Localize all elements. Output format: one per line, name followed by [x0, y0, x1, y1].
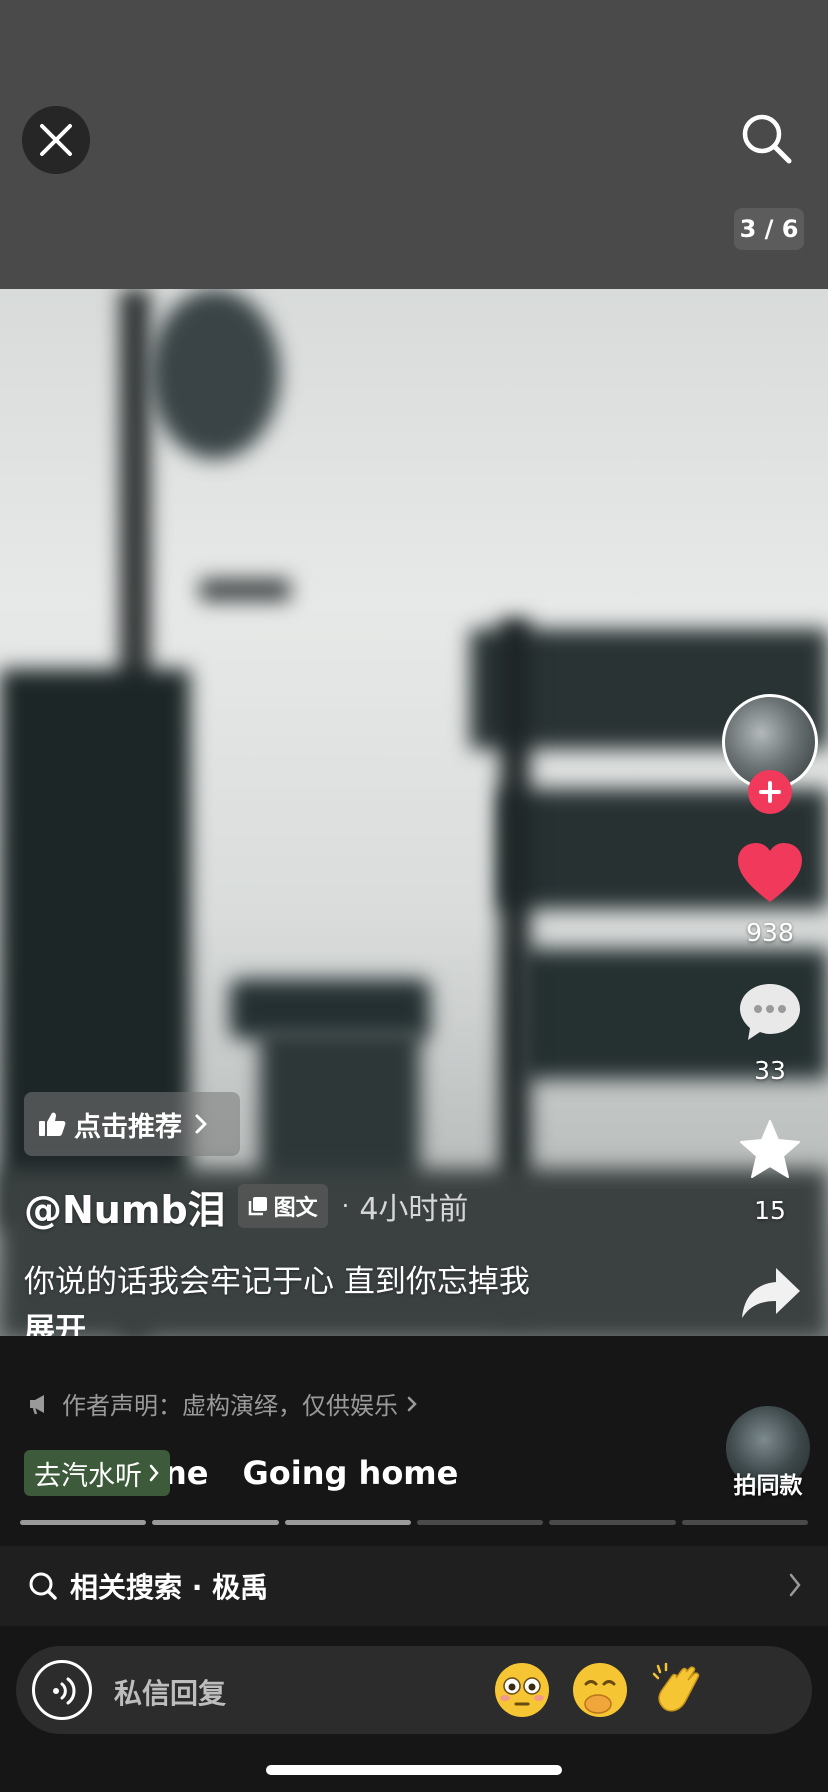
related-search-label: 相关搜索 · 极禹 [70, 1571, 269, 1604]
declaration-text: 作者声明：虚构演绎，仅供娱乐 [62, 1392, 398, 1420]
progress-segment[interactable] [549, 1520, 676, 1525]
listen-on-soda-label: 去汽水听 [34, 1460, 142, 1492]
search-icon [742, 114, 792, 164]
post-type-badge: 图文 [237, 1184, 328, 1228]
follow-button[interactable] [748, 770, 792, 814]
share-button[interactable] [740, 1266, 802, 1320]
plus-icon [759, 781, 781, 803]
progress-segment[interactable] [20, 1520, 147, 1525]
recommend-button[interactable]: 点击推荐 [24, 1092, 240, 1156]
home-indicator[interactable] [266, 1765, 562, 1775]
favorite-count: 15 [754, 1196, 786, 1225]
progress-segment[interactable] [284, 1520, 411, 1525]
chevron-right-icon [789, 1573, 801, 1597]
close-icon [40, 124, 72, 156]
clapping-hands-emoji-icon[interactable] [648, 1660, 708, 1720]
listen-on-soda-button[interactable]: 去汽水听 [24, 1450, 170, 1496]
music-row[interactable]: 去汽水听 ne Going home G [24, 1448, 494, 1498]
author-declaration[interactable]: 作者声明：虚构演绎，仅供娱乐 [28, 1386, 418, 1421]
flushed-face-emoji-icon[interactable] [492, 1660, 552, 1720]
search-button[interactable] [736, 108, 798, 170]
progress-segment[interactable] [152, 1520, 279, 1525]
image-progress [20, 1520, 808, 1525]
related-search-bar[interactable]: 相关搜索 · 极禹 [0, 1546, 828, 1626]
music-title: Going home [242, 1454, 459, 1492]
weight-plate [150, 289, 280, 459]
like-button[interactable] [736, 842, 804, 904]
like-count: 938 [746, 918, 794, 947]
chevron-right-icon [407, 1396, 417, 1411]
post-time: 4小时前 [359, 1192, 469, 1227]
share-icon [742, 1268, 800, 1318]
chevron-right-icon [195, 1114, 207, 1134]
search-icon [29, 1572, 57, 1600]
music-title: ne [164, 1454, 209, 1492]
comment-count: 33 [754, 1056, 786, 1085]
author-name[interactable]: @Numb泪 [24, 1179, 226, 1234]
recommend-label: 点击推荐 [74, 1111, 182, 1143]
voice-icon [53, 1677, 76, 1705]
same-style-button[interactable]: 拍同款 [722, 1406, 814, 1499]
same-style-label: 拍同款 [733, 1473, 803, 1499]
megaphone-icon [30, 1394, 44, 1414]
music-title-marquee: ne Going home G [164, 1448, 494, 1498]
rack-bar [200, 579, 290, 601]
reply-input[interactable]: 私信回复 [114, 1672, 226, 1712]
reply-bar: 私信回复 [16, 1646, 812, 1734]
top-bar: 3 / 6 [0, 0, 828, 289]
progress-segment[interactable] [416, 1520, 544, 1525]
separator-dot: · [341, 1192, 350, 1220]
progress-segment[interactable] [681, 1520, 808, 1525]
chevron-right-icon [149, 1464, 159, 1482]
hand-over-mouth-emoji-icon[interactable] [570, 1660, 630, 1720]
favorite-button[interactable] [738, 1118, 802, 1182]
image-text-icon [248, 1197, 267, 1216]
music-title: G [492, 1454, 494, 1492]
page-indicator: 3 / 6 [734, 208, 804, 250]
comment-button[interactable] [738, 982, 802, 1044]
post-caption: 你说的话我会牢记于心 直到你忘掉我 [24, 1264, 530, 1300]
thumbs-up-icon [39, 1112, 66, 1136]
author-line: @Numb泪 图文 · 4小时前 [24, 1178, 468, 1234]
voice-input-button[interactable] [32, 1660, 92, 1720]
close-button[interactable] [22, 106, 90, 174]
post-type-label: 图文 [273, 1196, 318, 1221]
star-icon [740, 1120, 800, 1178]
heart-icon [738, 843, 802, 902]
